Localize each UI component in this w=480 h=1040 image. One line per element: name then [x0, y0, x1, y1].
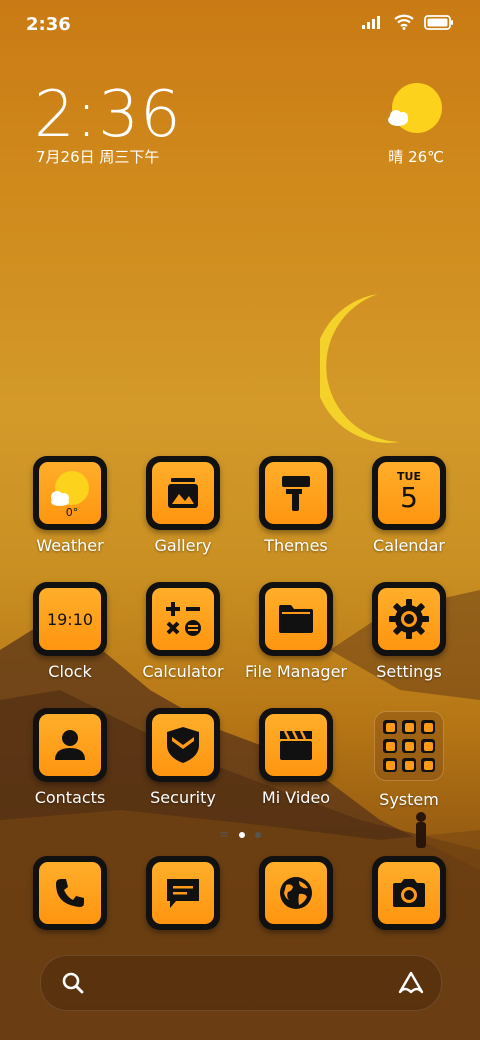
contacts-app-tile[interactable] — [33, 708, 107, 782]
clock-widget-date[interactable]: 7月26日 周三下午 — [36, 146, 159, 167]
page-indicator[interactable]: ≡ — [0, 828, 480, 841]
status-time: 2:36 — [26, 14, 71, 35]
weather-widget[interactable] — [384, 82, 444, 142]
browser-app-tile[interactable] — [259, 856, 333, 930]
dock-messages[interactable] — [127, 856, 239, 930]
app-weather[interactable]: 0° Weather — [14, 456, 126, 555]
feed-lines-icon[interactable]: ≡ — [219, 828, 228, 841]
weather-app-tile[interactable]: 0° — [33, 456, 107, 530]
folder-grid-icon[interactable] — [374, 711, 444, 781]
sun-cloud-icon — [388, 83, 442, 133]
weather-icon: 0° — [51, 471, 89, 518]
themes-app-tile[interactable] — [259, 456, 333, 530]
app-label: Themes — [264, 536, 328, 555]
app-clock[interactable]: 19:10 Clock — [14, 582, 126, 681]
weather-widget-text[interactable]: 晴 26℃ — [388, 146, 444, 167]
app-label: Settings — [376, 662, 442, 681]
app-label: Security — [150, 788, 216, 807]
app-themes[interactable]: Themes — [240, 456, 352, 555]
clock-icon: 19:10 — [39, 588, 101, 650]
page-dot[interactable] — [254, 831, 261, 838]
phone-icon — [56, 879, 84, 907]
app-contacts[interactable]: Contacts — [14, 708, 126, 807]
app-label: Calendar — [373, 536, 445, 555]
calendar-icon: TUE 5 — [378, 462, 440, 524]
weather-temp: 0° — [66, 506, 79, 518]
app-label: System — [379, 790, 439, 809]
file-manager-app-tile[interactable] — [259, 582, 333, 656]
calculator-app-tile[interactable] — [146, 582, 220, 656]
status-bar: 2:36 — [0, 0, 480, 50]
messages-app-tile[interactable] — [146, 856, 220, 930]
security-app-tile[interactable] — [146, 708, 220, 782]
app-label: Mi Video — [261, 788, 331, 807]
clock-app-tile[interactable]: 19:10 — [33, 582, 107, 656]
calendar-app-tile[interactable]: TUE 5 — [372, 456, 446, 530]
gear-icon — [389, 599, 429, 639]
app-file-manager[interactable]: File Manager — [240, 582, 352, 681]
clock-app-time: 19:10 — [46, 609, 94, 629]
dock-phone[interactable] — [14, 856, 126, 930]
shield-icon — [167, 727, 199, 763]
status-icons — [362, 14, 454, 30]
page-dot-active[interactable] — [238, 831, 245, 838]
camera-app-tile[interactable] — [372, 856, 446, 930]
camera-icon — [393, 879, 425, 907]
globe-icon — [280, 877, 312, 909]
app-settings[interactable]: Settings — [353, 582, 465, 681]
calculator-icon — [166, 602, 201, 636]
signal-icon — [362, 16, 380, 29]
app-label: Clock — [48, 662, 92, 681]
message-icon — [167, 879, 199, 908]
paint-roller-icon — [282, 476, 310, 511]
dock-browser[interactable] — [240, 856, 352, 930]
calendar-day-number: 5 — [400, 480, 418, 514]
app-mi-video[interactable]: Mi Video — [240, 708, 352, 807]
assistant-icon[interactable] — [397, 970, 425, 996]
phone-app-tile[interactable] — [33, 856, 107, 930]
app-label: Calculator — [142, 662, 224, 681]
dock-camera[interactable] — [353, 856, 465, 930]
app-label: Contacts — [34, 788, 106, 807]
clock-widget-time[interactable]: 2:36 — [34, 78, 182, 152]
search-icon[interactable] — [61, 971, 85, 995]
app-calendar[interactable]: TUE 5 Calendar — [353, 456, 465, 555]
battery-icon — [424, 14, 453, 30]
settings-app-tile[interactable] — [372, 582, 446, 656]
app-label: File Manager — [245, 662, 347, 681]
app-label: Gallery — [154, 536, 212, 555]
app-gallery[interactable]: Gallery — [127, 456, 239, 555]
mi-video-app-tile[interactable] — [259, 708, 333, 782]
folder-icon — [279, 605, 313, 633]
crescent-moon — [320, 294, 400, 443]
app-system-folder[interactable]: System — [353, 708, 465, 809]
clapperboard-icon — [280, 730, 312, 760]
app-security[interactable]: Security — [127, 708, 239, 807]
app-label: Weather — [36, 536, 104, 555]
search-bar[interactable] — [40, 955, 442, 1011]
contact-icon — [55, 730, 85, 760]
app-calculator[interactable]: Calculator — [127, 582, 239, 681]
wifi-icon — [394, 14, 414, 30]
gallery-icon — [168, 478, 198, 508]
gallery-app-tile[interactable] — [146, 456, 220, 530]
